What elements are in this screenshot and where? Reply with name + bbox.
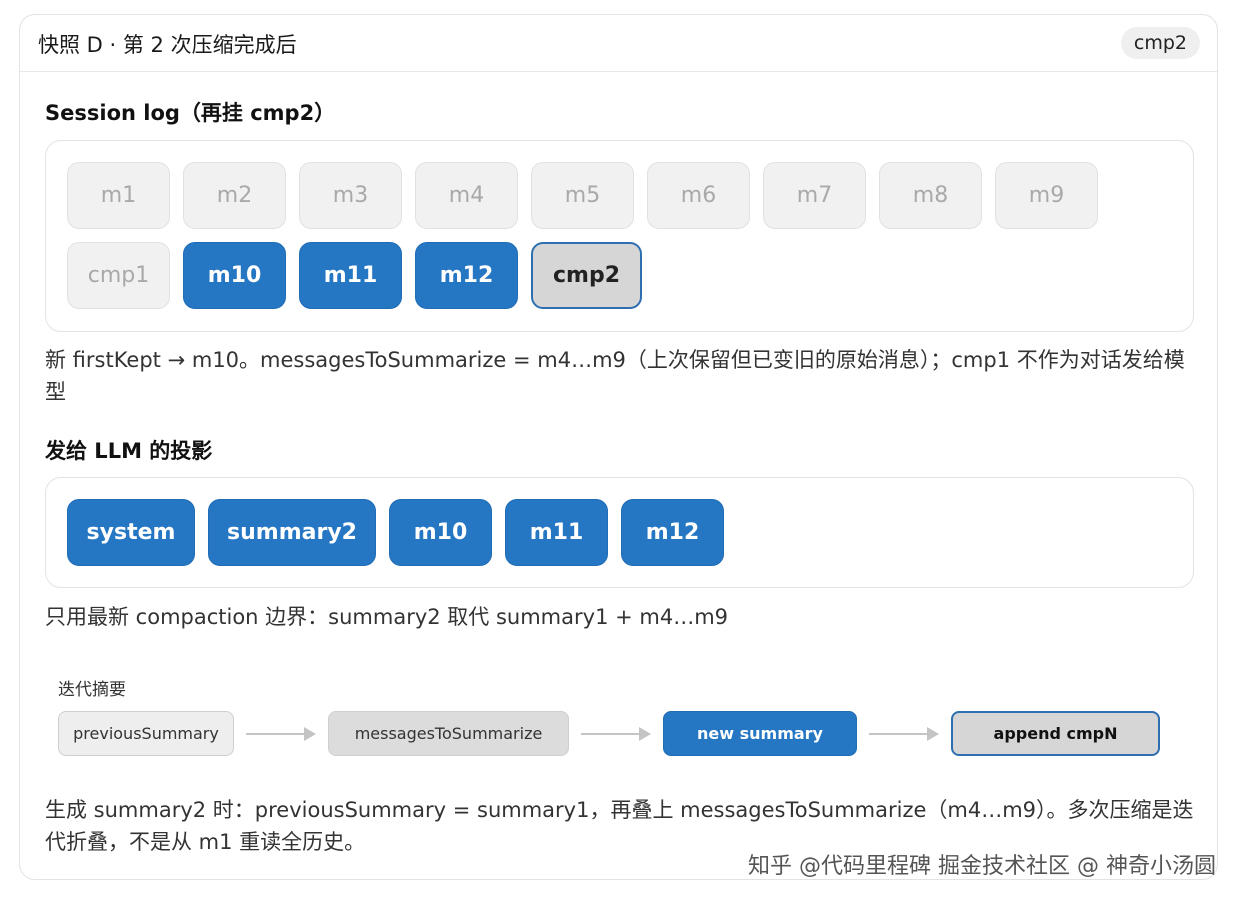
snapshot-card: 快照 D · 第 2 次压缩完成后 cmp2 Session log（再挂 cm…	[19, 14, 1218, 880]
flow-arrow-icon	[581, 727, 651, 741]
flow-node-append-cmpn: append cmpN	[951, 711, 1160, 756]
log-chip-cmp1: cmp1	[67, 242, 170, 309]
session-log-note: 新 firstKept → m10。messagesToSummarize = …	[45, 348, 1185, 404]
snapshot-tag: cmp2	[1120, 27, 1200, 59]
log-chip-cmp2: cmp2	[531, 242, 642, 309]
flow-arrow-icon	[869, 727, 939, 741]
session-log-panel: m1 m2 m3 m4 m5 m6 m7 m8 m9 cmp1 m10 m11 …	[45, 140, 1194, 332]
log-chip-m5: m5	[531, 162, 634, 229]
projection-chip-m10: m10	[389, 499, 492, 566]
flow-label: 迭代摘要	[58, 680, 126, 700]
session-log-title: Session log（再挂 cmp2）	[45, 101, 336, 125]
flow-node-messages-to-summarize: messagesToSummarize	[328, 711, 569, 756]
projection-title: 发给 LLM 的投影	[45, 439, 213, 463]
log-chip-m6: m6	[647, 162, 750, 229]
card-title: 快照 D · 第 2 次压缩完成后	[38, 33, 297, 57]
projection-chip-m11: m11	[505, 499, 608, 566]
card-header: 快照 D · 第 2 次压缩完成后 cmp2	[20, 15, 1217, 72]
watermark: 知乎 @代码里程碑 掘金技术社区 @ 神奇小汤圆	[748, 854, 1216, 879]
projection-note: 只用最新 compaction 边界：summary2 取代 summary1 …	[45, 605, 729, 629]
log-chip-m9: m9	[995, 162, 1098, 229]
flow-arrow-icon	[246, 727, 316, 741]
log-chip-m7: m7	[763, 162, 866, 229]
projection-chip-summary2: summary2	[208, 499, 376, 566]
log-chip-m2: m2	[183, 162, 286, 229]
log-chip-m10: m10	[183, 242, 286, 309]
log-chip-m11: m11	[299, 242, 402, 309]
log-chip-m1: m1	[67, 162, 170, 229]
log-chip-m12: m12	[415, 242, 518, 309]
flow-node-new-summary: new summary	[663, 711, 857, 756]
projection-chip-m12: m12	[621, 499, 724, 566]
log-chip-m4: m4	[415, 162, 518, 229]
log-chip-m8: m8	[879, 162, 982, 229]
projection-chip-system: system	[67, 499, 195, 566]
projection-panel: system summary2 m10 m11 m12	[45, 477, 1194, 588]
log-chip-m3: m3	[299, 162, 402, 229]
flow-node-previous-summary: previousSummary	[58, 711, 234, 756]
